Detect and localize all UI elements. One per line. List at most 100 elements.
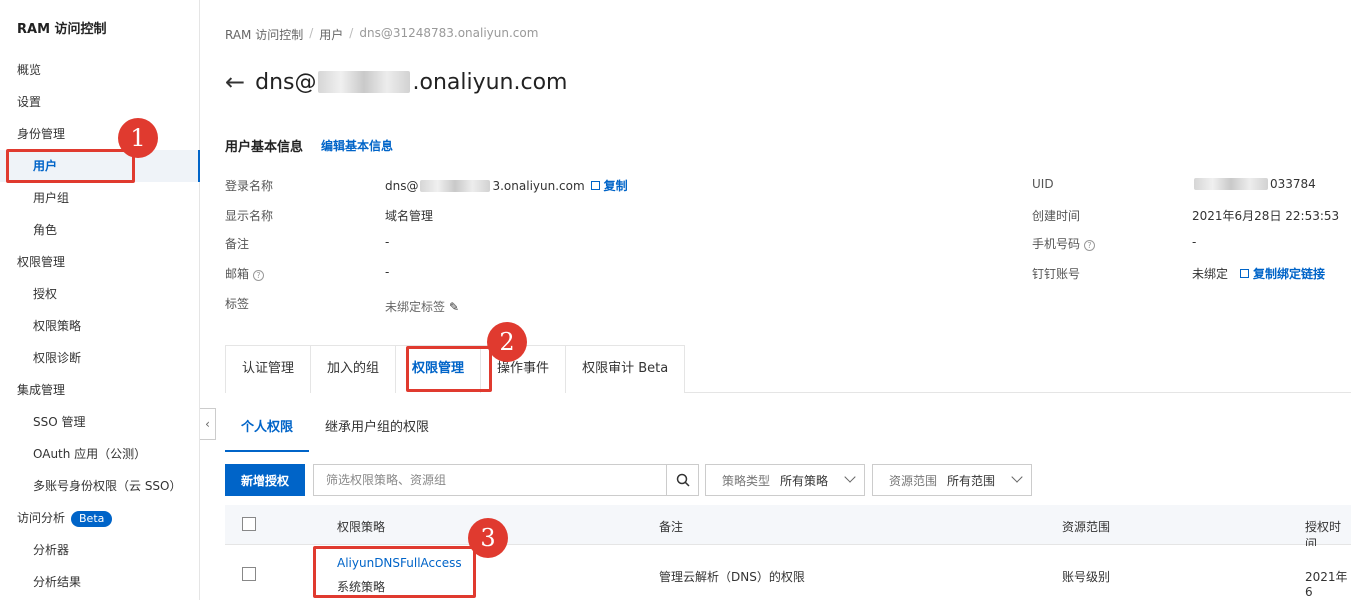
sidebar: RAM 访问控制 概览 设置 身份管理 用户 用户组 角色 权限管理 授权 权限… bbox=[0, 0, 200, 600]
annotation-box-1 bbox=[6, 149, 135, 183]
detail-tabs: 认证管理 加入的组 权限管理 操作事件 权限审计 Beta bbox=[225, 345, 1351, 393]
phone-label: 手机号码? bbox=[1032, 235, 1096, 252]
created-time-value: 2021年6月28日 22:53:53 bbox=[1192, 209, 1340, 223]
column-policy: 权限策略 bbox=[337, 520, 386, 534]
login-name-value: dns@ 3.onaliyun.com 复制 bbox=[385, 177, 628, 194]
dingtalk-label: 钉钉账号 bbox=[1032, 267, 1081, 281]
copy-login-name-link[interactable]: 复制 bbox=[604, 177, 628, 194]
email-label-text: 邮箱 bbox=[225, 267, 250, 281]
sidebar-item-cloud-sso[interactable]: 多账号身份权限（云 SSO） bbox=[0, 470, 200, 502]
main-content: RAM 访问控制 / 用户 / dns@31248783.onaliyun.co… bbox=[201, 0, 1351, 600]
annotation-badge-1: 1 bbox=[118, 118, 158, 158]
search-box bbox=[313, 464, 699, 496]
annotation-box-3 bbox=[313, 546, 476, 598]
annotation-badge-3: 3 bbox=[468, 518, 508, 558]
tab-audit[interactable]: 权限审计 Beta bbox=[565, 345, 686, 393]
policy-note: 管理云解析（DNS）的权限 bbox=[659, 570, 805, 584]
basic-info-title: 用户基本信息 bbox=[225, 140, 304, 155]
breadcrumb: RAM 访问控制 / 用户 / dns@31248783.onaliyun.co… bbox=[225, 26, 538, 43]
display-name-label: 显示名称 bbox=[225, 209, 274, 223]
sidebar-group-permissions[interactable]: 权限管理 bbox=[0, 246, 200, 278]
select-all-checkbox[interactable] bbox=[242, 517, 256, 531]
search-button[interactable] bbox=[666, 465, 698, 495]
policy-type-value: 所有策略 bbox=[780, 473, 829, 488]
sidebar-group-identity[interactable]: 身份管理 bbox=[0, 118, 200, 150]
back-arrow-icon[interactable]: ← bbox=[225, 68, 245, 96]
page-title-suffix: .onaliyun.com bbox=[412, 69, 568, 95]
pencil-icon[interactable]: ✎ bbox=[449, 300, 459, 314]
policy-scope: 账号级别 bbox=[1062, 570, 1111, 584]
copy-icon[interactable] bbox=[1240, 269, 1250, 278]
phone-value: - bbox=[1192, 235, 1197, 249]
scope-label: 资源范围 bbox=[889, 473, 938, 488]
dingtalk-value: 未绑定 复制绑定链接 bbox=[1192, 265, 1325, 282]
sidebar-item-user-groups[interactable]: 用户组 bbox=[0, 182, 200, 214]
sidebar-item-roles[interactable]: 角色 bbox=[0, 214, 200, 246]
uid-value-text: 033784 bbox=[1270, 177, 1316, 191]
copy-bind-link[interactable]: 复制绑定链接 bbox=[1253, 265, 1325, 282]
add-grant-button[interactable]: 新增授权 bbox=[225, 464, 305, 496]
breadcrumb-ram[interactable]: RAM 访问控制 bbox=[225, 26, 303, 43]
redacted-blur bbox=[318, 71, 411, 93]
permission-subtabs: 个人权限 继承用户组的权限 bbox=[225, 406, 445, 452]
remark-value: - bbox=[385, 235, 390, 249]
sidebar-item-analyzer[interactable]: 分析器 bbox=[0, 534, 200, 566]
remark-label: 备注 bbox=[225, 237, 250, 251]
login-name-prefix: dns@ bbox=[385, 178, 419, 193]
sidebar-item-policies[interactable]: 权限策略 bbox=[0, 310, 200, 342]
subtab-inherited[interactable]: 继承用户组的权限 bbox=[309, 406, 445, 452]
tags-value: 未绑定标签 ✎ bbox=[385, 298, 459, 315]
column-note: 备注 bbox=[659, 520, 684, 534]
scope-select[interactable]: 资源范围 所有范围 bbox=[872, 464, 1032, 496]
help-icon[interactable]: ? bbox=[253, 270, 265, 281]
created-time-label: 创建时间 bbox=[1032, 209, 1081, 223]
tags-label: 标签 bbox=[225, 297, 250, 311]
uid-value: 033784 bbox=[1192, 177, 1316, 191]
uid-label: UID bbox=[1032, 177, 1054, 191]
policy-type-select[interactable]: 策略类型 所有策略 bbox=[705, 464, 865, 496]
help-icon[interactable]: ? bbox=[1084, 240, 1096, 251]
column-scope: 资源范围 bbox=[1062, 520, 1111, 534]
breadcrumb-users[interactable]: 用户 bbox=[319, 26, 343, 43]
search-icon bbox=[676, 473, 690, 487]
phone-label-text: 手机号码 bbox=[1032, 237, 1081, 251]
edit-basic-info-link[interactable]: 编辑基本信息 bbox=[321, 137, 393, 154]
redacted-blur bbox=[420, 179, 491, 192]
tab-auth[interactable]: 认证管理 bbox=[225, 345, 312, 393]
login-name-suffix: 3.onaliyun.com bbox=[492, 178, 585, 193]
email-label: 邮箱? bbox=[225, 265, 265, 282]
table-header: 权限策略 备注 资源范围 授权时间 bbox=[225, 505, 1351, 551]
sidebar-item-label: 访问分析 bbox=[17, 511, 66, 525]
sidebar-item-sso[interactable]: SSO 管理 bbox=[0, 406, 200, 438]
display-name-value: 域名管理 bbox=[385, 209, 434, 223]
email-value: - bbox=[385, 265, 390, 279]
chevron-down-icon bbox=[844, 471, 856, 483]
policy-time: 2021年6 bbox=[1305, 570, 1348, 599]
chevron-down-icon bbox=[1011, 471, 1023, 483]
login-name-label: 登录名称 bbox=[225, 179, 274, 193]
sidebar-item-oauth[interactable]: OAuth 应用（公测） bbox=[0, 438, 200, 470]
sidebar-group-access-analysis[interactable]: 访问分析 Beta bbox=[0, 502, 200, 534]
copy-icon[interactable] bbox=[590, 181, 600, 190]
policy-type-label: 策略类型 bbox=[722, 473, 771, 488]
search-input[interactable] bbox=[314, 465, 666, 495]
page-title: ← dns@ .onaliyun.com bbox=[225, 68, 567, 96]
page-title-prefix: dns@ bbox=[255, 69, 317, 95]
beta-badge: Beta bbox=[71, 510, 113, 527]
row-checkbox[interactable] bbox=[242, 567, 256, 581]
breadcrumb-separator: / bbox=[349, 26, 354, 40]
annotation-box-2 bbox=[406, 346, 492, 392]
sidebar-item-settings[interactable]: 设置 bbox=[0, 86, 200, 118]
sidebar-group-integration[interactable]: 集成管理 bbox=[0, 374, 200, 406]
subtab-personal[interactable]: 个人权限 bbox=[225, 406, 310, 452]
scope-value: 所有范围 bbox=[947, 473, 996, 488]
tags-value-text: 未绑定标签 bbox=[385, 300, 446, 314]
sidebar-item-diagnosis[interactable]: 权限诊断 bbox=[0, 342, 200, 374]
tab-groups[interactable]: 加入的组 bbox=[310, 345, 397, 393]
sidebar-title: RAM 访问控制 bbox=[17, 22, 107, 37]
sidebar-item-analysis-results[interactable]: 分析结果 bbox=[0, 566, 200, 598]
dingtalk-value-text: 未绑定 bbox=[1192, 267, 1229, 281]
sidebar-item-grants[interactable]: 授权 bbox=[0, 278, 200, 310]
redacted-blur bbox=[1194, 178, 1268, 190]
sidebar-item-overview[interactable]: 概览 bbox=[0, 54, 200, 86]
